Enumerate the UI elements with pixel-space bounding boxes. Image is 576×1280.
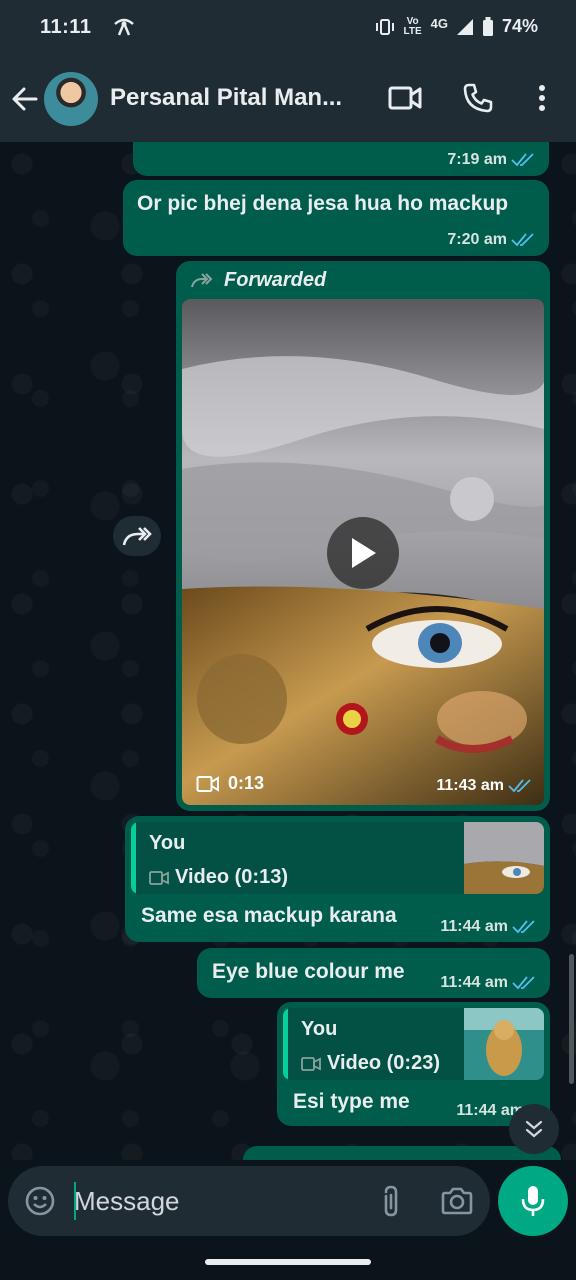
message-time: 11:43 am xyxy=(436,777,534,795)
read-ticks-icon xyxy=(511,153,534,167)
status-bar: 11:11 Vo LTE 4G 74% xyxy=(0,0,576,56)
message-text: Or pic bhej dena jesa hua ho mackup xyxy=(137,192,509,215)
video-camera-icon xyxy=(149,870,169,885)
quote-thumbnail xyxy=(464,822,544,894)
forwarded-icon xyxy=(191,272,213,287)
contact-name[interactable]: Persanal Pital Man... xyxy=(110,84,360,112)
message-bubble[interactable]: Forwarded 0:13 11:43 am xyxy=(176,261,550,811)
video-duration-text: 0:13 xyxy=(228,773,265,793)
forward-icon xyxy=(122,527,152,546)
quote-sender: You xyxy=(149,832,186,854)
message-bubble[interactable]: 7:19 am xyxy=(133,142,549,176)
voice-message-button[interactable] xyxy=(498,1166,568,1236)
scroll-to-bottom-button[interactable] xyxy=(509,1104,559,1154)
message-composer xyxy=(8,1166,490,1236)
chevron-down-icon xyxy=(525,1120,543,1138)
play-icon xyxy=(352,538,376,568)
chat-header: Persanal Pital Man... xyxy=(0,56,576,142)
status-indicators: Vo LTE 4G 74% xyxy=(375,16,538,37)
mic-icon xyxy=(521,1186,545,1216)
battery-icon xyxy=(482,16,493,36)
read-ticks-icon xyxy=(512,976,535,990)
forwarded-label-row: Forwarded xyxy=(190,269,326,292)
camera-icon[interactable] xyxy=(440,1186,474,1216)
message-text: Same esa mackup karana xyxy=(141,904,397,927)
message-time: 7:19 am xyxy=(447,151,537,169)
quote-accent-bar xyxy=(131,822,136,894)
message-time: 11:44 am xyxy=(440,974,538,992)
forwarded-label: Forwarded xyxy=(224,269,327,291)
volte-label: Vo LTE xyxy=(403,15,422,37)
quote-body: Video (0:13) xyxy=(149,866,288,889)
home-indicator[interactable] xyxy=(205,1259,371,1265)
message-bubble[interactable]: You Video (0:13) Same esa mackup karana … xyxy=(125,816,550,942)
message-time: 7:20 am xyxy=(447,231,537,249)
play-button[interactable] xyxy=(327,517,399,589)
message-text: Esi type me xyxy=(293,1090,410,1113)
message-bubble[interactable]: Eye blue colour me 11:44 am xyxy=(197,948,550,998)
network-type: 4G xyxy=(430,16,448,31)
read-ticks-icon xyxy=(512,920,535,934)
video-camera-icon xyxy=(301,1056,321,1071)
message-bubble[interactable]: Or pic bhej dena jesa hua ho mackup 7:20… xyxy=(123,180,549,256)
video-camera-icon xyxy=(196,775,219,792)
quote-sender: You xyxy=(301,1018,338,1040)
emoji-icon[interactable] xyxy=(24,1185,56,1217)
message-input[interactable] xyxy=(74,1180,364,1222)
avatar[interactable] xyxy=(44,72,98,126)
signal-icon xyxy=(456,18,473,35)
quoted-message[interactable]: You Video (0:13) xyxy=(131,822,544,894)
system-navigation-bar xyxy=(0,1244,576,1280)
message-bubble[interactable]: You Video (0:23) Esi type me 11:44 am xyxy=(277,1002,550,1126)
quote-accent-bar xyxy=(283,1008,288,1080)
video-call-icon[interactable] xyxy=(388,84,422,112)
back-arrow-icon[interactable] xyxy=(10,84,40,114)
antenna-icon xyxy=(114,18,134,36)
quote-body: Video (0:23) xyxy=(301,1052,440,1075)
forward-button[interactable] xyxy=(113,516,161,556)
quote-body-text: Video (0:23) xyxy=(327,1052,440,1074)
vibrate-icon xyxy=(375,18,394,35)
video-thumbnail[interactable]: 0:13 11:43 am xyxy=(182,299,544,805)
status-time: 11:11 xyxy=(40,16,92,38)
quoted-message[interactable]: You Video (0:23) xyxy=(283,1008,544,1080)
video-duration: 0:13 xyxy=(196,773,264,794)
message-text: Eye blue colour me xyxy=(212,960,405,983)
message-time: 11:44 am xyxy=(440,918,538,936)
read-ticks-icon xyxy=(511,233,534,247)
attach-icon[interactable] xyxy=(378,1184,404,1218)
battery-level: 74% xyxy=(501,16,538,36)
voice-call-icon[interactable] xyxy=(462,82,494,114)
quote-body-text: Video (0:13) xyxy=(175,866,288,888)
message-bubble[interactable] xyxy=(243,1146,561,1160)
chat-area[interactable]: 7:19 am Or pic bhej dena jesa hua ho mac… xyxy=(0,142,576,1160)
scrollbar[interactable] xyxy=(569,954,574,1084)
more-options-icon[interactable] xyxy=(532,82,552,114)
quote-thumbnail xyxy=(464,1008,544,1080)
read-ticks-icon xyxy=(508,779,531,793)
